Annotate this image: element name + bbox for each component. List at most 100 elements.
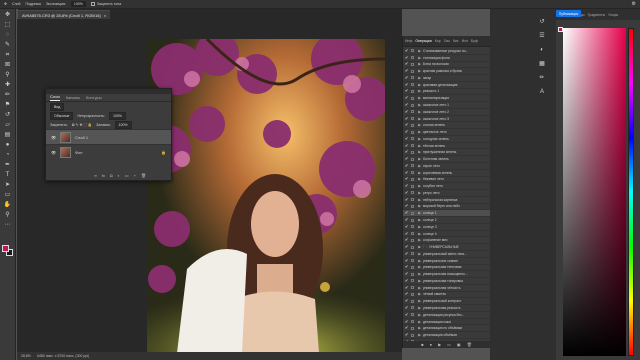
check-icon[interactable]: ✔ [405, 305, 409, 310]
check-icon[interactable]: ✔ [405, 103, 409, 107]
new-layer-icon[interactable]: + [134, 173, 136, 178]
expand-arrow-icon[interactable]: ▶ [416, 299, 421, 303]
dialog-toggle-box[interactable] [411, 272, 414, 276]
action-row[interactable]: ✔ ▶ универсальный контраст [403, 298, 490, 306]
layer-row-1[interactable]: 👁 Слой 1 [46, 129, 171, 144]
fill-field[interactable]: 100% [114, 120, 132, 129]
action-row[interactable]: ✔ ▶ солнце 4 [403, 231, 490, 238]
crop-icon[interactable]: ⌗ [4, 51, 12, 58]
eyedropper-icon[interactable]: ⚲ [4, 71, 12, 78]
dialog-toggle-box[interactable] [411, 49, 414, 53]
dialog-toggle-box[interactable] [411, 103, 414, 107]
dialog-toggle-box[interactable] [411, 198, 414, 202]
action-set-row[interactable]: ✔ ▶ 🗀 УНИВЕРСАЛЬНЫЕ [403, 244, 490, 251]
exposure-field[interactable]: 100% [70, 1, 86, 7]
document-info[interactable]: 6480 пикс. x 8700 пикс. (300 ppi) [37, 354, 89, 358]
dialog-toggle-box[interactable] [411, 76, 414, 80]
gradient-icon[interactable]: ▤ [4, 131, 12, 138]
action-row[interactable]: ✔ ▶ нейтральная картинка [403, 197, 490, 204]
tab-info[interactable]: Инф [405, 39, 412, 43]
check-icon[interactable]: ✔ [405, 177, 409, 181]
dialog-toggle-box[interactable] [411, 157, 414, 161]
brush-settings-icon[interactable]: ✏ [538, 75, 546, 83]
dialog-toggle-box[interactable] [411, 279, 414, 283]
dialog-toggle-box[interactable] [411, 238, 414, 242]
dialog-toggle-box[interactable] [411, 117, 414, 121]
check-icon[interactable]: ✔ [405, 82, 409, 87]
action-row[interactable]: ✔ ▶ универсальная тепловая [403, 265, 490, 272]
move-tool-icon[interactable]: ✥ [4, 2, 7, 6]
action-row[interactable]: ✔ ▶ детализация по объёмам [403, 325, 490, 333]
action-row[interactable]: ✔ ▶ чёткий свинтек [403, 292, 490, 299]
dialog-toggle-box[interactable] [411, 326, 414, 330]
expand-arrow-icon[interactable]: ▶ [416, 232, 421, 236]
expand-arrow-icon[interactable]: ▶ [416, 164, 421, 168]
dialog-toggle-box[interactable] [411, 333, 414, 337]
expand-arrow-icon[interactable]: ▶ [416, 123, 421, 127]
check-icon[interactable]: ✔ [405, 143, 409, 148]
tab-layers[interactable]: Слои [50, 94, 60, 101]
check-icon[interactable]: ✔ [405, 89, 409, 93]
properties-panel-icon[interactable]: ☰ [538, 33, 546, 41]
expand-arrow-icon[interactable]: ▶ [416, 103, 421, 107]
blend-mode-select[interactable]: Обычные [50, 111, 74, 120]
action-row[interactable]: ✔ ▶ приглушенная зелень [403, 149, 490, 157]
action-row[interactable]: ✔ ▶ красивая детализация [403, 82, 490, 89]
history-brush-icon[interactable]: ↺ [4, 111, 12, 118]
lock-icons[interactable]: ⊠ ✎ ✥ ⬚ 🔒 [72, 123, 92, 127]
delete-action-icon[interactable]: 🗑 [467, 342, 472, 347]
check-icon[interactable]: ✔ [405, 265, 409, 269]
clone-stamp-icon[interactable]: ⚑ [4, 101, 12, 108]
tab-gradients[interactable]: Градиенты [588, 13, 606, 17]
dialog-toggle-box[interactable] [411, 130, 414, 134]
check-icon[interactable]: ✔ [405, 204, 409, 208]
action-row[interactable]: ✔ ▶ бежевое лето [403, 177, 490, 184]
expand-arrow-icon[interactable]: ▶ [416, 198, 421, 202]
new-action-icon[interactable]: ▣ [457, 342, 461, 347]
adjustments-panel-icon[interactable]: ◐ [538, 47, 546, 55]
check-icon[interactable]: ✔ [405, 326, 409, 330]
action-row[interactable]: ✔ ▶ болотная зелень [403, 156, 490, 164]
expand-arrow-icon[interactable]: ▶ [416, 218, 421, 222]
action-row[interactable]: ✔ ▶ сочная зелень [403, 122, 490, 130]
expand-arrow-icon[interactable]: ▶ [416, 62, 421, 66]
check-icon[interactable]: ✔ [405, 272, 409, 276]
action-row[interactable]: ✔ ▶ детализация кожи [403, 319, 490, 326]
action-row[interactable]: ✔ ▶ миниатюризация [403, 95, 490, 103]
check-icon[interactable]: ✔ [405, 75, 409, 80]
tab-correction[interactable]: Кор [435, 39, 441, 43]
dialog-toggle-box[interactable] [411, 191, 414, 195]
check-icon[interactable]: ✔ [405, 136, 409, 141]
expand-arrow-icon[interactable]: ▶ [416, 286, 421, 290]
check-icon[interactable]: ✔ [405, 224, 409, 229]
dialog-toggle-box[interactable] [411, 150, 414, 154]
action-row[interactable]: ✔ ▶ серое лето [403, 163, 490, 170]
rectangle-icon[interactable]: ▭ [4, 191, 12, 198]
check-icon[interactable]: ✔ [405, 163, 409, 168]
new-group-icon[interactable]: ▭ [125, 173, 129, 178]
check-icon[interactable]: ✔ [405, 130, 409, 134]
layer-row-background[interactable]: 👁 Фон 🔒 [46, 144, 171, 159]
action-row[interactable]: ✔ ▶ солнце 1 [403, 210, 490, 218]
dodge-icon[interactable]: ◔ [4, 151, 12, 158]
action-row[interactable]: ✔ ▶ морской берег или небо [403, 204, 490, 211]
eraser-icon[interactable]: ▱ [4, 121, 12, 128]
action-row[interactable]: ✔ ▶ сказочное лето 3 [403, 116, 490, 123]
check-icon[interactable]: ✔ [405, 333, 409, 337]
action-row[interactable]: ✔ ▶ сказочное лето 1 [403, 102, 490, 109]
publish-button[interactable]: Публикация [556, 10, 581, 17]
option-crop[interactable]: Подрезка [25, 2, 40, 6]
action-row[interactable]: ✔ ▶ сказочное лето 2 [403, 109, 490, 116]
expand-arrow-icon[interactable]: ▶ [416, 292, 421, 296]
action-row[interactable]: ✔ ▶ солнце 2 [403, 217, 490, 224]
dialog-toggle-box[interactable] [411, 306, 414, 310]
kind-filter-select[interactable]: Вид [50, 102, 65, 111]
path-select-icon[interactable]: ➤ [4, 181, 12, 188]
dialog-toggle-box[interactable] [411, 62, 414, 66]
action-row[interactable]: ✔ ▶ универсальный свето-тени... [403, 251, 490, 258]
dialog-toggle-box[interactable] [411, 177, 414, 181]
expand-arrow-icon[interactable]: ▶ [416, 245, 421, 249]
tab-clipboard[interactable]: Буф [471, 39, 478, 43]
action-row[interactable]: ✔ ▶ ретро лето [403, 190, 490, 197]
action-row[interactable]: ✔ ▶ детализация рисунка без... [403, 312, 490, 319]
